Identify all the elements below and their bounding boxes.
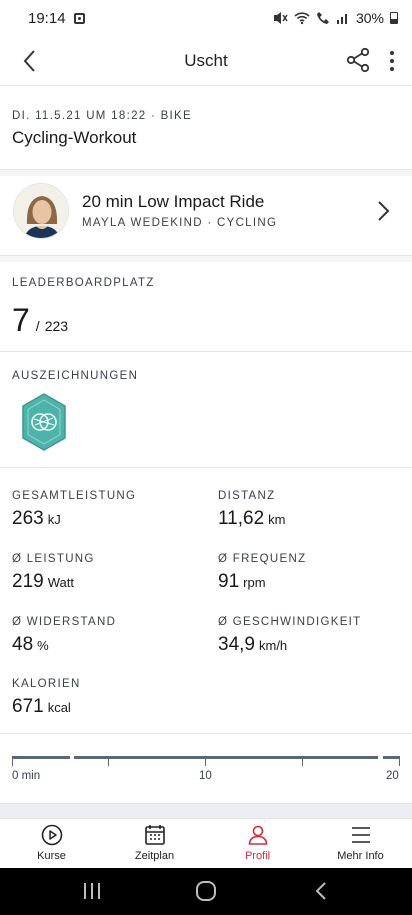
calendar-icon bbox=[144, 825, 165, 845]
back-arrow-icon[interactable] bbox=[16, 46, 46, 76]
stat-value: 11,62 bbox=[218, 508, 265, 529]
timeline-tick bbox=[302, 759, 303, 766]
cycling-award-badge-icon[interactable] bbox=[20, 392, 68, 454]
nav-item-zeitplan[interactable]: Zeitplan bbox=[103, 819, 206, 868]
rank-total: 223 bbox=[44, 318, 69, 334]
stat-value: 263 bbox=[12, 508, 44, 529]
leaderboard-section: LEADERBOARDPLATZ 7 / 223 bbox=[0, 262, 412, 352]
stat-value: 219 bbox=[12, 571, 44, 592]
play-circle-icon bbox=[41, 824, 62, 846]
stat-value: 48 bbox=[12, 634, 34, 655]
workout-title: Cycling-Workout bbox=[12, 128, 137, 147]
stat-label: Ø GESCHWINDIGKEIT bbox=[218, 616, 362, 628]
timeline-segment bbox=[383, 756, 400, 759]
status-time: 19:14 bbox=[28, 9, 66, 27]
stat-avg-resistance: Ø WIDERSTAND 48% bbox=[12, 616, 116, 656]
notification-icon bbox=[73, 12, 85, 24]
stat-unit: kcal bbox=[47, 700, 71, 715]
share-icon[interactable] bbox=[344, 46, 372, 74]
stat-unit: rpm bbox=[243, 575, 266, 590]
instructor-avatar bbox=[13, 183, 69, 239]
workout-timeline: 0 min 10 20 bbox=[0, 734, 412, 804]
signal-icon bbox=[336, 14, 347, 24]
content-end-divider bbox=[0, 804, 412, 818]
stat-label: Ø WIDERSTAND bbox=[12, 616, 117, 628]
stat-avg-cadence: Ø FREQUENZ 91 rpm bbox=[218, 553, 306, 593]
awards-heading: AUSZEICHNUNGEN bbox=[12, 370, 139, 382]
stat-avg-speed: Ø GESCHWINDIGKEIT 34,9 km/h bbox=[218, 616, 362, 656]
system-navigation-bar bbox=[0, 868, 412, 915]
stat-label: Ø FREQUENZ bbox=[218, 553, 307, 565]
bottom-navigation: Kurse Zeitplan Profil Mehr Info bbox=[0, 818, 412, 868]
class-card[interactable]: 20 min Low Impact Ride MAYLA WEDEKIND · … bbox=[0, 176, 412, 256]
recent-apps-icon[interactable] bbox=[80, 880, 104, 902]
timeline-segment bbox=[12, 756, 70, 759]
home-icon[interactable] bbox=[194, 880, 218, 902]
profile-icon bbox=[248, 825, 267, 845]
nav-item-profil[interactable]: Profil bbox=[206, 819, 309, 868]
timeline-segment bbox=[74, 756, 378, 759]
rank-separator: / bbox=[35, 318, 40, 334]
call-icon bbox=[316, 12, 329, 24]
awards-section: AUSZEICHNUNGEN bbox=[0, 352, 412, 468]
timeline-tick bbox=[12, 759, 13, 766]
workout-header: DI. 11.5.21 UM 18:22 · BIKE Cycling-Work… bbox=[0, 86, 412, 170]
stat-distance: DISTANZ 11,62 km bbox=[218, 490, 285, 530]
stat-unit: km/h bbox=[258, 638, 288, 653]
app-bar: Uscht bbox=[0, 36, 412, 86]
nav-label: Zeitplan bbox=[134, 850, 175, 862]
back-icon[interactable] bbox=[310, 880, 334, 902]
chevron-right-icon[interactable] bbox=[372, 198, 394, 224]
stat-unit: kJ bbox=[47, 512, 61, 527]
class-title: 20 min Low Impact Ride bbox=[82, 192, 265, 211]
stat-total-output: GESAMTLEISTUNG 263 kJ bbox=[12, 490, 136, 530]
stat-label: KALORIEN bbox=[12, 678, 81, 690]
menu-icon bbox=[351, 827, 370, 843]
stats-section: GESAMTLEISTUNG 263 kJ DISTANZ 11,62 km Ø L… bbox=[0, 468, 412, 734]
workout-meta: DI. 11.5.21 UM 18:22 · BIKE bbox=[12, 110, 192, 122]
timeline-label-start: 0 min bbox=[12, 770, 41, 782]
stat-label: GESAMTLEISTUNG bbox=[12, 490, 137, 502]
stat-value: 671 bbox=[12, 696, 44, 717]
nav-item-mehr-info[interactable]: Mehr Info bbox=[309, 819, 412, 868]
wifi-icon bbox=[294, 12, 310, 25]
stat-unit: km bbox=[268, 512, 286, 527]
timeline-tick bbox=[108, 759, 109, 766]
stat-label: DISTANZ bbox=[218, 490, 276, 502]
class-subtitle: MAYLA WEDEKIND · CYCLING bbox=[82, 217, 278, 229]
more-options-icon[interactable] bbox=[382, 46, 402, 76]
leaderboard-heading: LEADERBOARDPLATZ bbox=[12, 277, 155, 289]
status-bar: 19:14 30% bbox=[0, 0, 412, 36]
stat-unit: % bbox=[37, 638, 49, 653]
nav-label: Mehr Info bbox=[337, 850, 384, 862]
stat-calories: KALORIEN 671 kcal bbox=[12, 678, 81, 718]
timeline-tick bbox=[205, 759, 206, 766]
leaderboard-rank: 7 / 223 bbox=[12, 302, 68, 339]
stat-label: Ø LEISTUNG bbox=[12, 553, 95, 565]
stat-value: 91 bbox=[218, 571, 240, 592]
battery-text: 30% bbox=[355, 10, 384, 26]
status-icons: 30% bbox=[272, 10, 398, 26]
nav-label: Kurse bbox=[37, 850, 66, 862]
timeline-tick bbox=[399, 759, 400, 766]
stat-unit: Watt bbox=[47, 575, 74, 590]
timeline-label-mid: 10 bbox=[199, 770, 212, 782]
nav-label: Profil bbox=[244, 850, 271, 862]
battery-icon bbox=[390, 12, 398, 24]
stat-value: 34,9 bbox=[218, 634, 255, 655]
rank-value: 7 bbox=[12, 302, 30, 338]
nav-item-kurse[interactable]: Kurse bbox=[0, 819, 103, 868]
timeline-label-end: 20 bbox=[386, 770, 399, 782]
stat-avg-output: Ø LEISTUNG 219 Watt bbox=[12, 553, 95, 593]
mute-icon bbox=[273, 12, 288, 24]
